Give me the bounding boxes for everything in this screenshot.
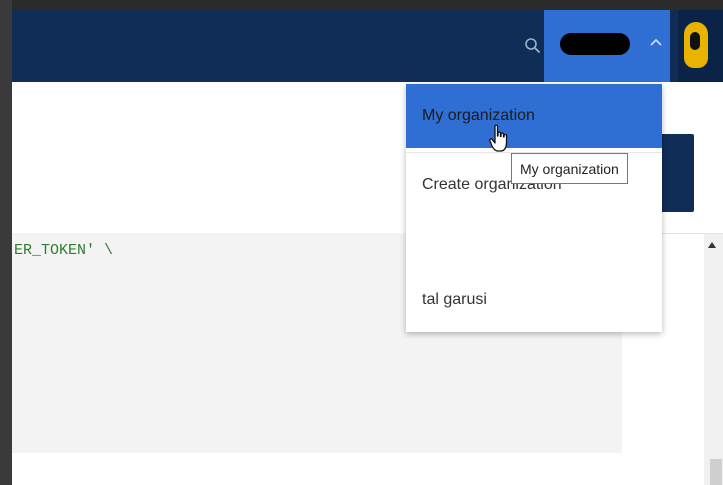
hand-pointer-cursor-icon (489, 124, 508, 152)
tooltip-text: My organization (520, 160, 619, 177)
menu-item-account-user[interactable]: tal garusi (406, 268, 662, 332)
chevron-up-icon (650, 38, 662, 46)
code-line: ER_TOKEN' \ (14, 242, 114, 259)
account-dropdown-menu: My organization Create organization tal … (406, 84, 662, 332)
search-icon (525, 38, 541, 54)
vertical-scrollbar[interactable] (704, 234, 723, 485)
tooltip: My organization (511, 153, 628, 184)
user-avatar[interactable] (678, 10, 723, 82)
account-menu-button[interactable] (544, 10, 670, 82)
avatar-image (684, 22, 708, 68)
menu-item-label: My organization (422, 107, 535, 124)
window-left-edge (0, 0, 12, 485)
menu-item-label: tal garusi (422, 291, 487, 308)
scroll-up-arrow-icon[interactable] (708, 242, 716, 248)
window-top-edge (12, 0, 723, 10)
scroll-thumb[interactable] (710, 459, 722, 485)
menu-item-my-organization[interactable]: My organization (406, 84, 662, 148)
redacted-account-name (560, 33, 630, 55)
